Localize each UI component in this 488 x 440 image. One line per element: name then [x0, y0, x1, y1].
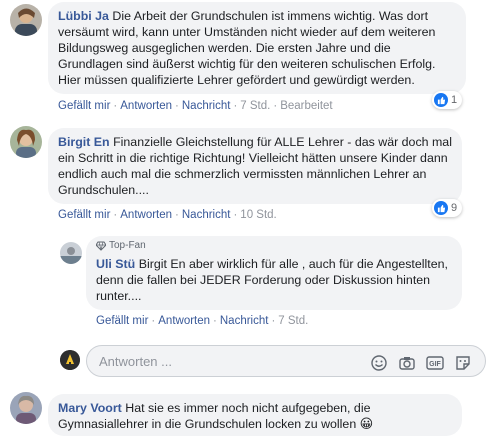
reply-link[interactable]: Antworten [120, 209, 172, 221]
gif-icon[interactable]: GIF [426, 354, 444, 372]
emoji-icon[interactable] [370, 354, 388, 372]
reply-link[interactable]: Antworten [158, 315, 210, 327]
edited-label[interactable]: Bearbeitet [280, 100, 332, 112]
avatar-uli[interactable] [60, 242, 82, 264]
like-icon [434, 201, 448, 215]
timestamp[interactable]: 7 Std. [278, 315, 308, 327]
comment-author[interactable]: Birgit En [58, 135, 110, 149]
timestamp[interactable]: 10 Std. [240, 209, 276, 221]
composer-avatar [60, 350, 80, 370]
avatar-birgit[interactable] [10, 126, 42, 158]
like-link[interactable]: Gefällt mir [58, 209, 110, 221]
camera-icon[interactable] [398, 354, 416, 372]
top-fan-badge: Top-Fan [96, 240, 146, 251]
reaction-count[interactable]: 9 [432, 199, 463, 217]
reply-actions: Gefällt mir · Antworten · Nachricht · 7 Std. [96, 315, 309, 327]
comment-actions: Gefällt mir · Antworten · Nachricht · 10 Std. [58, 209, 277, 221]
reply-placeholder: Antworten ... [99, 354, 172, 369]
svg-text:GIF: GIF [429, 361, 441, 368]
comment-bubble: Birgit En Finanzielle Gleichstellung für… [48, 128, 462, 204]
timestamp[interactable]: 7 Std. [240, 100, 270, 112]
like-link[interactable]: Gefällt mir [58, 100, 110, 112]
comment-bubble: Mary Voort Hat sie es immer noch nicht a… [48, 394, 462, 436]
like-icon [434, 93, 448, 107]
avatar-mary[interactable] [10, 392, 42, 424]
reply-author[interactable]: Uli Stü [96, 257, 135, 271]
comment-bubble: Lübbi Ja Die Arbeit der Grundschulen ist… [48, 2, 466, 94]
comment-actions: Gefällt mir · Antworten · Nachricht · 7 Std. · B… [58, 100, 333, 112]
reaction-count[interactable]: 1 [432, 91, 463, 109]
message-link[interactable]: Nachricht [182, 100, 231, 112]
reply-input[interactable]: Antworten ... GIF [86, 345, 486, 377]
grinning-emoji: 😀 [359, 416, 374, 431]
reply-link[interactable]: Antworten [120, 100, 172, 112]
message-link[interactable]: Nachricht [182, 209, 231, 221]
reply-text: Birgit En aber wirklich für alle , auch … [96, 257, 448, 303]
like-link[interactable]: Gefällt mir [96, 315, 148, 327]
comment-author[interactable]: Lübbi Ja [58, 9, 109, 23]
diamond-icon [96, 241, 106, 251]
sticker-icon[interactable] [454, 354, 472, 372]
comment-author[interactable]: Mary Voort [58, 401, 122, 415]
comment-text: Die Arbeit der Grundschulen ist immens w… [58, 9, 436, 87]
comment-text: Finanzielle Gleichstellung für ALLE Lehr… [58, 135, 452, 197]
avatar-luebbi[interactable] [10, 4, 42, 36]
message-link[interactable]: Nachricht [220, 315, 269, 327]
